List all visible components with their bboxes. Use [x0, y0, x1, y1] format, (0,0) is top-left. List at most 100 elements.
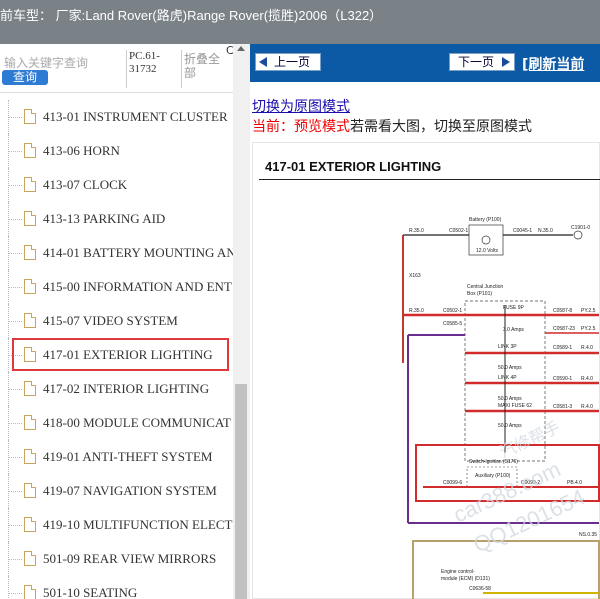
sidebar: 查询 PC.61-31732 折叠全部 C 413-01 INSTRUMENT …: [0, 44, 250, 599]
sidebar-scrollbar[interactable]: [233, 44, 250, 599]
link-amps: 50.0 Amps: [498, 396, 522, 402]
document-icon: [24, 483, 36, 498]
connector-label: C0589-1: [553, 345, 572, 351]
window-title: 前车型： 厂家:Land Rover(路虎)Range Rover(揽胜)200…: [0, 8, 383, 23]
link-label: LINK 4P: [498, 375, 517, 381]
cjb-label: Box (P101): [467, 291, 492, 297]
tree-item-label: 419-10 MULTIFUNCTION ELECT: [43, 517, 233, 532]
tree-item-label: 413-07 CLOCK: [43, 177, 128, 192]
tree-item-label: 419-01 ANTI-THEFT SYSTEM: [43, 449, 213, 464]
tree-guide-line: [8, 559, 22, 561]
document-icon: [24, 585, 36, 599]
tree-item[interactable]: 501-10 SEATING: [0, 576, 233, 599]
tree-item-label: 415-07 VIDEO SYSTEM: [43, 313, 178, 328]
tree-guide-line: [8, 389, 22, 391]
tree-item-label: 418-00 MODULE COMMUNICAT: [43, 415, 231, 430]
tree-item-label: 414-01 BATTERY MOUNTING AN: [43, 245, 236, 260]
wire-label: PY.2.5: [581, 326, 596, 332]
collapse-all-button[interactable]: 折叠全部: [184, 52, 224, 80]
arrow-right-icon: [502, 57, 510, 67]
battery-symbol: [481, 235, 491, 245]
mode-hint: 若需看大图，切换至原图模式: [350, 119, 532, 135]
tree-guide-line: [8, 593, 22, 595]
previous-page-button[interactable]: 上一页: [255, 53, 321, 71]
wiring-diagram: Battery (P100) 12.0 Volts R.35.0 C0502-1…: [402, 217, 600, 599]
window-titlebar: 前车型： 厂家:Land Rover(路虎)Range Rover(揽胜)200…: [0, 0, 600, 44]
search-row: 查询 PC.61-31732 折叠全部 C: [0, 44, 250, 93]
previous-page-label: 上一页: [274, 55, 311, 69]
tree-guide-line: [8, 525, 22, 527]
document-icon: [24, 517, 36, 532]
wire-label: R.4.0: [581, 376, 593, 382]
connector-label: C0502-1: [449, 228, 468, 234]
tree-guide-line: [8, 457, 22, 459]
connector-label: C0099-6: [443, 480, 462, 486]
scroll-up-arrow-icon[interactable]: [237, 46, 245, 51]
tree-item[interactable]: 413-01 INSTRUMENT CLUSTER: [0, 100, 233, 134]
battery-volts: 12.0 Volts: [476, 248, 498, 254]
connector-label: C0045-1: [513, 228, 532, 234]
tree-item[interactable]: 417-02 INTERIOR LIGHTING: [0, 372, 233, 406]
maxi-amps: 50.0 Amps: [498, 423, 522, 429]
cjb-label: Central Junction: [467, 284, 503, 290]
tree-item[interactable]: 501-09 REAR VIEW MIRRORS: [0, 542, 233, 576]
connector-label: C0585-5: [443, 321, 462, 327]
fuse-label: FUSE 9P: [503, 305, 525, 311]
column-divider: [126, 50, 127, 88]
tree-item[interactable]: 419-07 NAVIGATION SYSTEM: [0, 474, 233, 508]
document-icon: [24, 109, 36, 124]
pc-code: PC.61-31732: [129, 50, 160, 75]
document-icon: [24, 143, 36, 158]
tree-item[interactable]: 419-01 ANTI-THEFT SYSTEM: [0, 440, 233, 474]
connector-label: C0590-1: [553, 376, 572, 382]
tree-item[interactable]: 413-06 HORN: [0, 134, 233, 168]
search-button[interactable]: 查询: [2, 70, 48, 85]
battery-label: Battery (P100): [469, 217, 502, 223]
tree-guide-line: [8, 321, 22, 323]
wire-label: N.35.0: [538, 228, 553, 234]
switch-original-mode-link[interactable]: 切换为原图模式: [252, 96, 350, 116]
tree-item[interactable]: 414-01 BATTERY MOUNTING AN: [0, 236, 236, 270]
wire-label: R.4.0: [581, 345, 593, 351]
tree-item-label: 417-02 INTERIOR LIGHTING: [43, 381, 210, 396]
tree-guide-line: [8, 185, 22, 187]
wire-label: NS.0.35: [579, 532, 597, 538]
viewer-nav-bar: 上一页 下一页 [刷新当前: [250, 44, 600, 82]
tree-item[interactable]: 419-10 MULTIFUNCTION ELECT: [0, 508, 233, 542]
tree-item[interactable]: 413-13 PARKING AID: [0, 202, 233, 236]
column-divider: [181, 50, 182, 88]
document-icon: [24, 279, 36, 294]
tree-item-label: 413-13 PARKING AID: [43, 211, 166, 226]
next-page-button[interactable]: 下一页: [449, 53, 515, 71]
tree-item-label: 413-06 HORN: [43, 143, 120, 158]
tree-guide-line: [8, 253, 22, 255]
refresh-link[interactable]: [刷新当前: [522, 54, 584, 74]
tree-item[interactable]: 413-07 CLOCK: [0, 168, 233, 202]
wire-label: R.35.0: [409, 308, 424, 314]
tree-item[interactable]: 415-07 VIDEO SYSTEM: [0, 304, 233, 338]
link-amps: 50.0 Amps: [498, 365, 522, 371]
tree-item[interactable]: 418-00 MODULE COMMUNICAT: [0, 406, 233, 440]
maxi-label: MAXI FUSE 62: [498, 403, 532, 409]
tree-item-selected[interactable]: 417-01 EXTERIOR LIGHTING: [0, 338, 233, 372]
link-label: LINK 3P: [498, 344, 517, 350]
selection-highlight: [12, 338, 229, 371]
tree-item-label: 501-10 SEATING: [43, 585, 138, 599]
wire-label: PY.2.5: [581, 308, 596, 314]
scroll-thumb[interactable]: [235, 384, 247, 599]
tree-guide-line: [8, 423, 22, 425]
tree-item-label: 501-09 REAR VIEW MIRRORS: [43, 551, 217, 566]
connector-label: C0587-8: [553, 308, 572, 314]
tree-item[interactable]: 415-00 INFORMATION AND ENT: [0, 270, 233, 304]
tree-item-label: 413-01 INSTRUMENT CLUSTER: [43, 109, 228, 124]
document-icon: [24, 177, 36, 192]
tree-guide-line: [8, 491, 22, 493]
wire-label: R.35.0: [409, 228, 424, 234]
ecm-label: module (ECM) (D131): [441, 576, 490, 582]
tree-item-label: 415-00 INFORMATION AND ENT: [43, 279, 232, 294]
document-icon: [24, 381, 36, 396]
connector-label: C0502-1: [443, 308, 462, 314]
document-icon: [24, 245, 36, 260]
next-page-label: 下一页: [458, 55, 495, 69]
tree-guide-line: [8, 219, 22, 221]
